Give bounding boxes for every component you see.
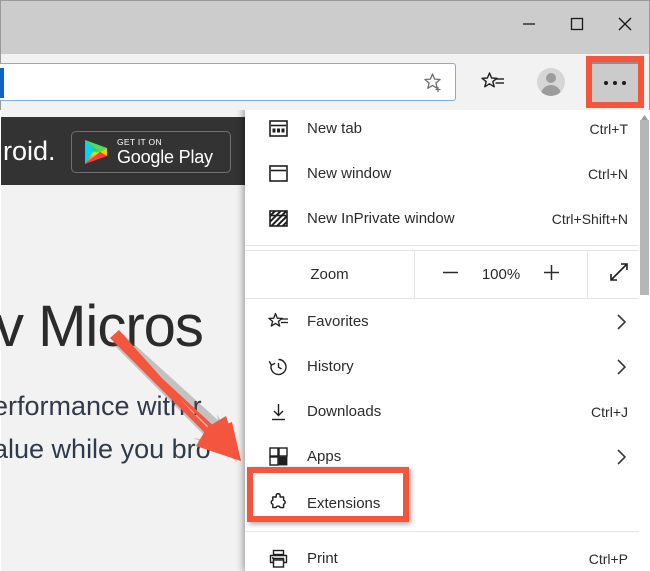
menu-item-new-window[interactable]: New window Ctrl+N: [245, 151, 650, 196]
extensions-puzzle-icon: [261, 486, 295, 520]
menu-item-shortcut: Ctrl+J: [591, 403, 628, 420]
avatar-body: [541, 85, 561, 96]
menu-item-label: New InPrivate window: [307, 210, 455, 227]
ellipsis-dot-icon: [622, 81, 626, 85]
browser-window-screenshot: roid. GET IT ON Google Play v Micros erf…: [0, 0, 650, 571]
chevron-right-icon: [616, 358, 628, 376]
zoom-out-button[interactable]: [442, 264, 459, 286]
menu-item-new-tab[interactable]: New tab Ctrl+T: [245, 106, 650, 151]
zoom-level: 100%: [481, 266, 521, 283]
avatar-head: [546, 73, 556, 83]
app-store-promo-bar: roid. GET IT ON Google Play: [1, 117, 245, 185]
chevron-right-icon: [616, 313, 628, 331]
avatar: [537, 68, 565, 96]
history-clock-icon: [261, 350, 295, 384]
menu-separator: [245, 531, 650, 532]
new-tab-icon: [261, 112, 295, 146]
address-bar-selection: [0, 68, 4, 98]
menu-zoom-row: Zoom 100%: [245, 250, 650, 299]
annotation-arrow: [110, 330, 241, 462]
browser-toolbar: [0, 54, 650, 110]
settings-and-more-menu: New tab Ctrl+T New window Ctrl+N New InP…: [245, 105, 650, 571]
close-button[interactable]: [601, 1, 649, 47]
printer-icon: [261, 542, 295, 571]
menu-item-downloads[interactable]: Downloads Ctrl+J: [245, 389, 650, 434]
google-play-badge[interactable]: GET IT ON Google Play: [71, 131, 231, 173]
menu-item-label: New tab: [307, 120, 363, 137]
add-favorite-star-icon[interactable]: [421, 70, 447, 96]
ellipsis-dot-icon: [604, 81, 608, 85]
menu-item-label: Apps: [307, 448, 342, 465]
window-controls: [505, 1, 649, 47]
scrollbar-thumb[interactable]: [640, 120, 649, 295]
fullscreen-arrows-icon: [608, 261, 630, 288]
menu-item-shortcut: Ctrl+P: [588, 550, 628, 567]
menu-item-label: History: [307, 358, 354, 375]
menu-item-print[interactable]: Print Ctrl+P: [245, 536, 650, 571]
menu-item-label: Favorites: [307, 313, 369, 330]
zoom-label: Zoom: [310, 266, 349, 283]
profile-avatar-icon[interactable]: [536, 67, 566, 97]
scroll-up-arrow-icon[interactable]: [640, 109, 649, 120]
menu-item-label: Extensions: [307, 494, 381, 512]
settings-and-more-button[interactable]: [592, 62, 638, 102]
menu-item-label: New window: [307, 165, 392, 182]
address-bar[interactable]: [0, 63, 456, 101]
downloads-arrow-icon: [261, 395, 295, 429]
menu-item-new-inprivate-window[interactable]: New InPrivate window Ctrl+Shift+N: [245, 196, 650, 241]
menu-item-label: Downloads: [307, 403, 382, 420]
window-title-bar[interactable]: [0, 0, 650, 54]
menu-item-label: Print: [307, 550, 338, 567]
promo-text: roid.: [3, 136, 56, 166]
menu-item-favorites[interactable]: Favorites: [245, 299, 650, 344]
menu-item-extensions[interactable]: Extensions: [245, 479, 650, 527]
apps-grid-icon: [261, 440, 295, 474]
menu-scrollbar[interactable]: [639, 106, 650, 571]
ellipsis-dot-icon: [613, 81, 617, 85]
menu-item-shortcut: Ctrl+N: [587, 165, 628, 182]
menu-item-apps[interactable]: Apps: [245, 434, 650, 479]
chevron-right-icon: [616, 448, 628, 466]
zoom-controls: 100%: [414, 251, 588, 298]
inprivate-window-icon: [261, 202, 295, 236]
menu-item-history[interactable]: History: [245, 344, 650, 389]
menu-item-shortcut: Ctrl+T: [589, 120, 629, 137]
favorites-star-icon: [261, 305, 295, 339]
google-play-tagline: GET IT ON: [117, 136, 162, 147]
menu-item-shortcut: Ctrl+Shift+N: [551, 210, 628, 227]
zoom-in-button[interactable]: [543, 264, 560, 286]
maximize-button[interactable]: [553, 1, 601, 47]
minimize-button[interactable]: [505, 1, 553, 47]
google-play-wordmark: Google Play: [117, 147, 213, 168]
menu-separator: [245, 245, 650, 246]
new-window-icon: [261, 157, 295, 191]
google-play-triangle-icon: [84, 139, 108, 165]
favorites-hub-icon[interactable]: [478, 67, 508, 97]
